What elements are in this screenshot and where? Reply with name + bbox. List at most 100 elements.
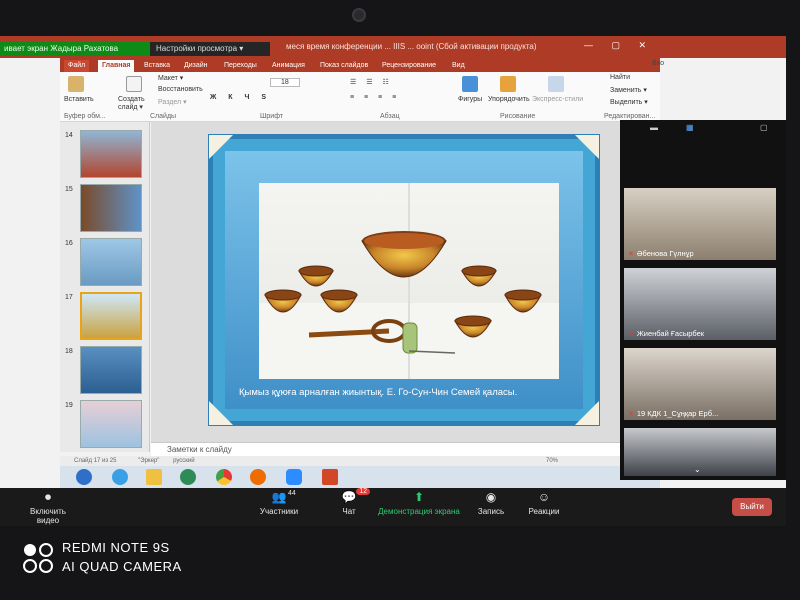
tab-transitions[interactable]: Переходы: [220, 60, 261, 72]
arrange-button[interactable]: Упорядочить: [488, 96, 530, 103]
media-icon[interactable]: [180, 469, 196, 485]
tab-review[interactable]: Рецензирование: [378, 60, 440, 72]
laptop-screen: меся время конференции ... IIIS ... ooin…: [0, 36, 786, 526]
share-screen-button[interactable]: ⬆ Демонстрация экрана: [376, 490, 462, 516]
participant-tile[interactable]: ⌄: [624, 428, 776, 476]
select-button[interactable]: Выделить ▾: [610, 98, 648, 106]
folder-icon[interactable]: [146, 469, 162, 485]
start-video-button[interactable]: ⏺ Включить видео: [18, 490, 78, 525]
firefox-icon[interactable]: [250, 469, 266, 485]
zoom-level[interactable]: 70%: [546, 456, 558, 466]
group-clipboard: Буфер обм...: [64, 113, 106, 120]
thumbnail-number: 16: [65, 240, 73, 247]
tab-file[interactable]: Файл: [64, 60, 90, 72]
login-link[interactable]: Вхо: [652, 60, 664, 67]
chrome-icon[interactable]: [216, 469, 232, 485]
leave-meeting-button[interactable]: Выйти: [732, 498, 772, 516]
ribbon-tabs: Файл Главная Вставка Дизайн Переходы Ани…: [60, 58, 660, 72]
slide-thumbnail[interactable]: 18: [60, 346, 150, 398]
reset-button[interactable]: Восстановить: [158, 86, 203, 93]
participant-name: ✕ Жиенбай Ғасырбек: [628, 329, 705, 338]
kumys-set-photo[interactable]: [259, 183, 559, 379]
new-slide-button[interactable]: Создать слайд ▾: [118, 96, 150, 112]
minimize-icon[interactable]: ▬: [650, 123, 658, 132]
slide-notes[interactable]: Заметки к слайду: [151, 442, 621, 456]
thumbnail-number: 15: [65, 186, 73, 193]
reactions-button[interactable]: ☺ Реакции: [524, 490, 564, 516]
gallery-icon[interactable]: ▦: [686, 123, 694, 132]
powerpoint-icon[interactable]: [322, 469, 338, 485]
paste-icon[interactable]: [68, 76, 84, 92]
thumbnail-number: 17: [65, 294, 73, 301]
group-slides: Слайды: [150, 113, 177, 120]
group-font: Шрифт: [260, 113, 284, 120]
replace-button[interactable]: Заменить ▾: [610, 86, 647, 94]
zoom-control-bar: ⏺ Включить видео 👥 Участники 44 💬 Чат 12…: [0, 488, 786, 526]
slide-background: Қымыз құюға арналған жиынтық. Е. Го-Сун-…: [225, 151, 583, 409]
current-slide[interactable]: Қымыз құюға арналған жиынтық. Е. Го-Сун-…: [208, 134, 600, 426]
find-button[interactable]: Найти: [610, 74, 630, 81]
thumbnail-image: [80, 400, 142, 448]
muted-mic-icon: ✕: [628, 411, 634, 418]
layout-button[interactable]: Макет ▾: [158, 74, 183, 82]
zoom-view-options[interactable]: Настройки просмотра ▾: [150, 42, 270, 56]
participant-tile[interactable]: ✕ Жиенбай Ғасырбек: [624, 268, 776, 340]
font-format-buttons[interactable]: Ж К Ч S: [210, 94, 271, 101]
slide-editing-area: Қымыз құюға арналған жиынтық. Е. Го-Сун-…: [151, 122, 621, 442]
tab-home[interactable]: Главная: [98, 60, 135, 72]
slide-thumbnail[interactable]: 19: [60, 400, 150, 452]
zoom-app-icon[interactable]: [286, 469, 302, 485]
participant-name: ✕ 19 КДК 1_Сұңқар Ерб...: [628, 409, 719, 418]
participants-panel: ▬ ▦ ▢ ✕ Әбенова Гүлнұр ✕ Жиенбай Ғасырбек …: [620, 120, 786, 480]
thumbnail-image: [80, 292, 142, 340]
gallery-view-controls[interactable]: ▬ ▦ ▢: [620, 120, 786, 136]
paste-button[interactable]: Вставить: [64, 96, 94, 103]
window-controls[interactable]: — ▢ ✕: [584, 40, 654, 51]
tab-slideshow[interactable]: Показ слайдов: [316, 60, 372, 72]
participant-tile[interactable]: ✕ 19 КДК 1_Сұңқар Ерб...: [624, 348, 776, 420]
chat-button[interactable]: 💬 Чат 12: [334, 488, 370, 516]
ribbon: Вставить Создать слайд ▾ Макет ▾ Восстан…: [60, 72, 660, 122]
thumbnail-number: 19: [65, 402, 73, 409]
scroll-down-icon[interactable]: ⌄: [694, 465, 701, 474]
slide-thumbnail[interactable]: 16: [60, 238, 150, 290]
webcam: [352, 8, 366, 22]
arrange-icon[interactable]: [500, 76, 516, 92]
list-buttons[interactable]: ☰ ☰ ☷: [350, 78, 393, 86]
slide-thumbnail[interactable]: 15: [60, 184, 150, 236]
start-icon[interactable]: [76, 469, 92, 485]
tab-view[interactable]: Вид: [448, 60, 469, 72]
reactions-icon: ☺: [537, 490, 551, 504]
ie-icon[interactable]: [112, 469, 128, 485]
group-drawing: Рисование: [500, 113, 536, 120]
bowls-illustration: [259, 183, 559, 379]
slide-caption[interactable]: Қымыз құюға арналған жиынтық. Е. Го-Сун-…: [239, 387, 579, 398]
new-slide-icon[interactable]: [126, 76, 142, 92]
tab-insert[interactable]: Вставка: [140, 60, 174, 72]
thumbnail-image: [80, 238, 142, 286]
tab-animation[interactable]: Анимация: [268, 60, 309, 72]
quick-styles-button[interactable]: Экспресс-стили: [532, 96, 583, 103]
thumbnail-image: [80, 346, 142, 394]
thumbnail-number: 18: [65, 348, 73, 355]
quick-styles-icon[interactable]: [548, 76, 564, 92]
zoom-share-banner: ивает экран Жадыра Рахатова: [0, 42, 150, 56]
group-paragraph: Абзац: [380, 113, 400, 120]
participants-button[interactable]: 👥 Участники 44: [256, 490, 302, 516]
quad-camera-icon: [23, 543, 53, 573]
camera-watermark: REDMI NOTE 9S AI QUAD CAMERA: [22, 540, 182, 574]
tab-design[interactable]: Дизайн: [180, 60, 212, 72]
slide-thumbnail-selected[interactable]: 17: [60, 292, 150, 344]
slide-thumbnail[interactable]: 14: [60, 130, 150, 182]
record-button[interactable]: ◉ Запись: [474, 490, 508, 516]
participant-tile[interactable]: ✕ Әбенова Гүлнұр: [624, 188, 776, 260]
muted-mic-icon: ✕: [628, 331, 634, 338]
shapes-button[interactable]: Фигуры: [458, 96, 482, 103]
shapes-icon[interactable]: [462, 76, 478, 92]
chat-unread-badge: 12: [356, 488, 370, 495]
participants-count: 44: [288, 490, 296, 497]
section-button[interactable]: Раздел ▾: [158, 98, 187, 106]
align-buttons[interactable]: ≡ ≡ ≡ ≡: [350, 94, 400, 101]
font-size-field[interactable]: 18: [270, 78, 300, 87]
fullscreen-icon[interactable]: ▢: [760, 123, 768, 132]
